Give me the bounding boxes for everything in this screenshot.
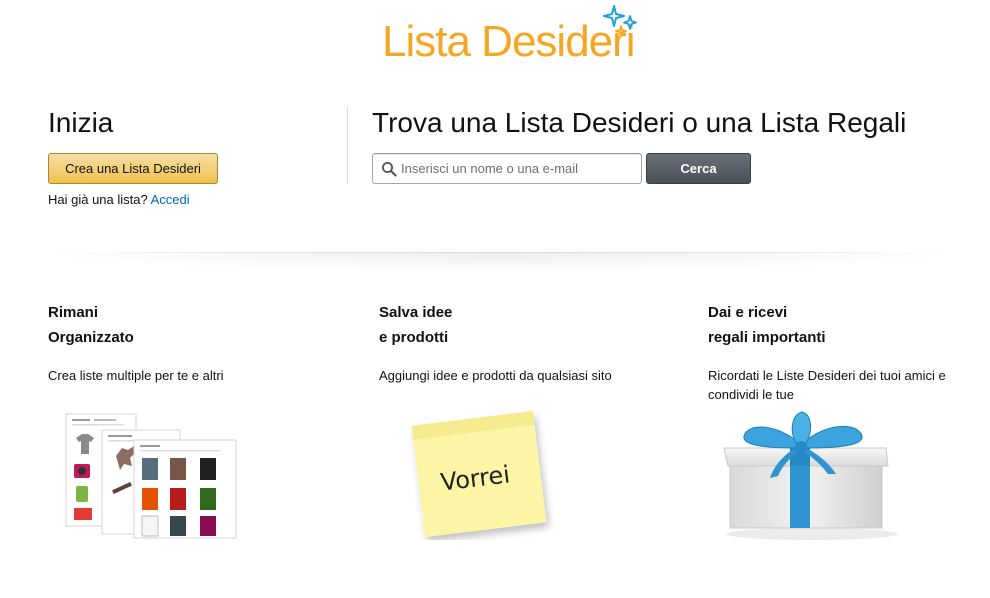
feature-gifts: Dai e ricevi regali importanti Ricordati… [708,300,988,404]
create-wishlist-button[interactable]: Crea una Lista Desideri [48,153,218,184]
gift-box-icon [723,411,898,540]
find-title: Trova una Lista Desideri o una Lista Reg… [372,107,907,138]
feature-title-line: Dai e ricevi [708,304,788,321]
feature-title-line: e prodotti [379,329,449,346]
feature-title-line: Salva idee [379,304,453,321]
content-divider [60,252,940,253]
find-list-section: Trova una Lista Desideri o una Lista Reg… [372,106,932,184]
feature-description-line: condividi le tue [708,387,794,402]
feature-title: Salva idee e prodotti [379,300,659,350]
feature-title: Dai e ricevi regali importanti [708,300,988,350]
feature-description: Ricordati le Liste Desideri dei tuoi ami… [708,366,988,404]
section-divider [347,106,348,184]
search-button[interactable]: Cerca [646,153,751,184]
start-title: Inizia [48,107,114,138]
have-list-label: Hai già una lista? [48,192,148,207]
feature-title-line: Rimani [48,304,99,321]
sparkles-icon [603,5,637,37]
lista-desideri-logo: Lista Desideri [382,4,654,68]
sticky-note-icon: Vorrei [411,410,547,538]
search-box[interactable] [372,153,642,184]
feature-save-ideas: Salva idee e prodotti Aggiungi idee e pr… [379,300,659,385]
feature-description-line: Ricordati le Liste Desideri dei tuoi ami… [708,368,946,383]
feature-description: Aggiungi idee e prodotti da qualsiasi si… [379,368,612,383]
search-input[interactable] [401,154,637,183]
content-divider-shadow [30,252,970,272]
start-section: Inizia Crea una Lista Desideri Hai già u… [48,106,328,207]
feature-title-line: Organizzato [48,329,134,346]
sign-in-link[interactable]: Accedi [151,192,190,207]
feature-organized: Rimani Organizzato Crea liste multiple p… [48,300,328,385]
have-list-text: Hai già una lista? Accedi [48,192,190,208]
feature-description: Crea liste multiple per te e altri [48,368,224,383]
logo-text: Lista Desideri [382,17,636,66]
search-icon [382,162,397,177]
stacked-lists-icon [65,413,237,539]
feature-title: Rimani Organizzato [48,300,328,350]
feature-title-line: regali importanti [708,329,826,346]
